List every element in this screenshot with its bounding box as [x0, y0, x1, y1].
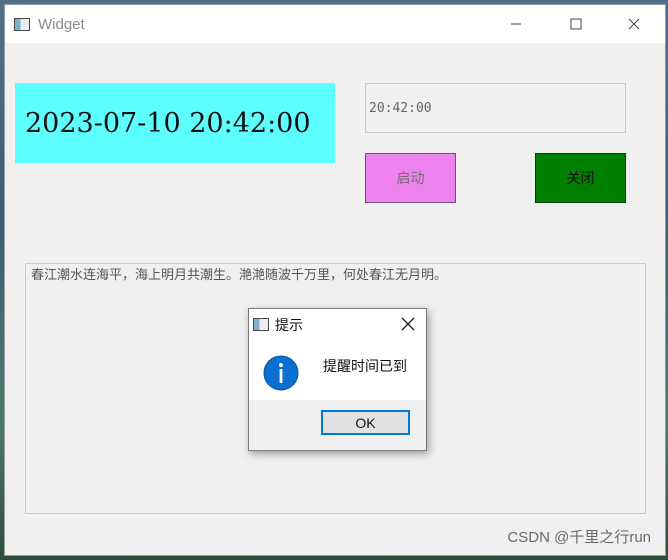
dialog-close-button[interactable] — [400, 316, 416, 332]
info-icon — [263, 355, 299, 391]
dialog-footer: OK — [249, 400, 426, 450]
window-close-button[interactable] — [605, 5, 663, 43]
dialog-titlebar: 提示 — [249, 309, 426, 340]
app-icon — [14, 17, 30, 31]
ok-button[interactable]: OK — [321, 410, 410, 435]
close-icon — [401, 317, 415, 331]
watermark: CSDN @千里之行run — [507, 529, 651, 546]
window-title: Widget — [38, 15, 85, 33]
maximize-icon — [570, 18, 582, 30]
datetime-display: 2023-07-10 20:42:00 — [15, 83, 335, 163]
message-dialog: 提示 提醒时间已到 OK — [248, 308, 427, 451]
minimize-icon — [511, 23, 521, 25]
dialog-app-icon — [253, 318, 269, 331]
window-titlebar: Widget — [5, 5, 665, 43]
close-icon — [628, 18, 640, 30]
close-button[interactable]: 关闭 — [535, 153, 626, 203]
dialog-body: 提醒时间已到 — [249, 340, 426, 400]
maximize-button[interactable] — [547, 5, 605, 43]
dialog-title: 提示 — [275, 317, 303, 334]
minimize-button[interactable] — [487, 5, 545, 43]
start-button[interactable]: 启动 — [365, 153, 456, 203]
main-window: Widget 2023-07-10 20:42:00 启动 关闭 春江潮水连海平… — [4, 4, 666, 556]
dialog-message: 提醒时间已到 — [323, 359, 407, 375]
time-input[interactable] — [365, 83, 626, 133]
